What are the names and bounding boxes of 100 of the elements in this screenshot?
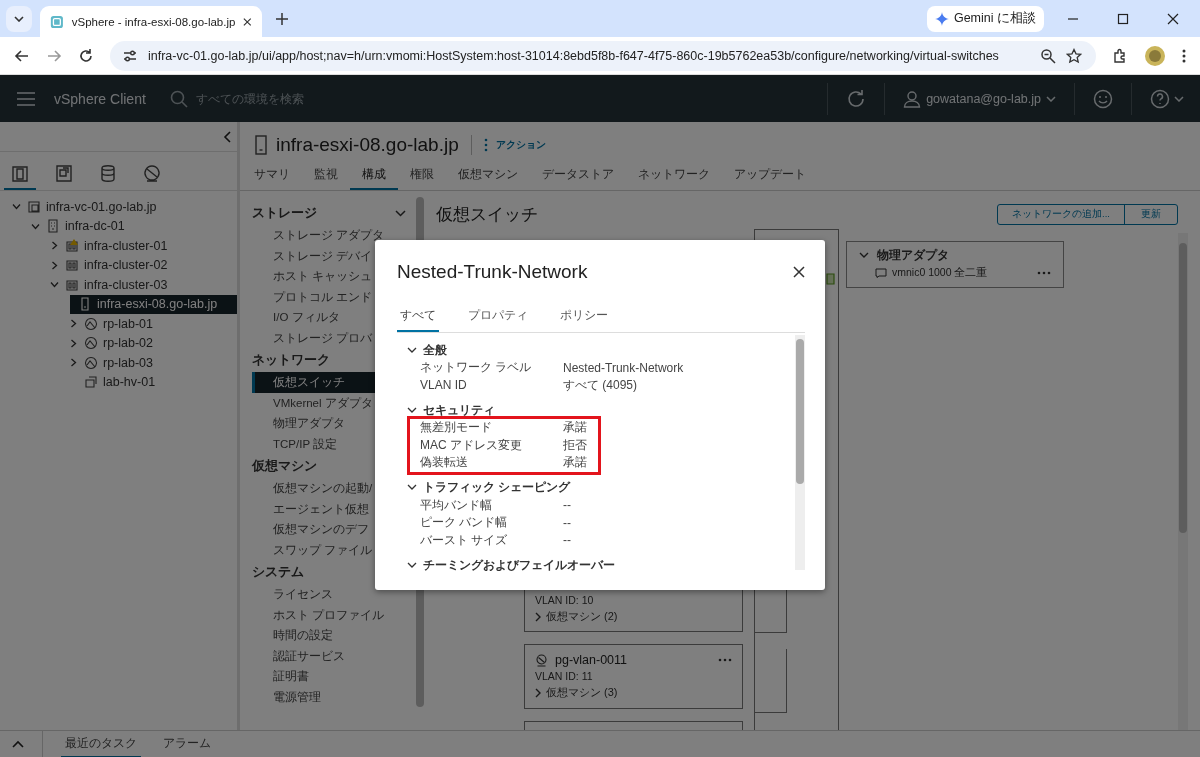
network-icon <box>143 164 161 184</box>
user-menu[interactable]: gowatana@go-lab.jp <box>903 89 1056 108</box>
gemini-button[interactable]: Gemini に相談 <box>926 5 1044 32</box>
close-icon[interactable] <box>793 266 805 278</box>
collapse-icon[interactable] <box>223 130 231 143</box>
resource-pool-icon <box>84 316 98 331</box>
tree-item[interactable]: rp-lab-03 <box>0 353 237 373</box>
tree-item[interactable]: infra-cluster-01 <box>0 236 237 256</box>
vlan-id: VLAN ID: 10 <box>535 594 595 606</box>
object-tab[interactable]: 仮想マシン <box>446 162 530 190</box>
tree-item[interactable]: infra-cluster-02 <box>0 255 237 275</box>
new-tab-icon[interactable] <box>276 12 288 25</box>
chevron-down-icon <box>407 406 417 414</box>
nav-item[interactable]: ライセンス <box>252 584 408 605</box>
object-tab[interactable]: 構成 <box>350 162 398 190</box>
chevron-down-icon <box>407 484 417 491</box>
vm-list-toggle[interactable]: 仮想マシン (2) <box>535 609 732 624</box>
tree-item[interactable]: rp-lab-01 <box>0 314 237 334</box>
expand-icon[interactable] <box>12 740 24 748</box>
nav-item[interactable]: 電源管理 <box>252 686 408 707</box>
section-toggle[interactable]: トラフィック シェーピング <box>407 478 795 497</box>
tree-item[interactable]: lab-hv-01 <box>0 372 237 392</box>
tree-item[interactable]: rp-lab-02 <box>0 333 237 353</box>
nav-item[interactable]: ストレージ アダプタ <box>252 225 408 246</box>
toolbar-button[interactable]: 更新 <box>1124 204 1177 224</box>
section-toggle[interactable]: 全般 <box>407 341 795 359</box>
storage-icon <box>99 164 117 184</box>
property-label: MAC アドレス変更 <box>420 436 523 454</box>
actions-menu[interactable]: アクション <box>483 138 546 152</box>
cluster-warning-icon <box>65 238 79 253</box>
zoom-icon[interactable] <box>1040 47 1056 64</box>
help-menu[interactable] <box>1150 88 1184 109</box>
nav-item[interactable]: ホスト プロファイル <box>252 604 408 625</box>
property-value: 承諾 <box>563 419 587 437</box>
cluster-icon <box>65 277 79 292</box>
back-icon[interactable] <box>14 47 30 64</box>
section-toggle[interactable]: セキュリティ <box>407 401 795 419</box>
maximize-icon[interactable] <box>1117 12 1129 25</box>
scrollbar[interactable] <box>796 339 804 484</box>
property-value: -- <box>563 533 571 548</box>
chevron-down-icon[interactable] <box>859 252 869 259</box>
scrollbar[interactable] <box>1179 243 1187 533</box>
object-tab[interactable]: データストア <box>530 162 626 190</box>
property-label: ピーク バンド幅 <box>420 514 509 532</box>
network-icon <box>535 653 548 667</box>
property-label: 無差別モード <box>420 419 493 437</box>
vm-list-toggle[interactable]: 仮想マシン (3) <box>535 685 732 700</box>
host-icon <box>78 297 92 312</box>
object-tab[interactable]: サマリ <box>254 162 302 190</box>
app-name: vSphere Client <box>54 90 146 107</box>
reload-icon[interactable] <box>78 47 94 64</box>
vapp-icon <box>84 375 98 390</box>
dialog-tab[interactable]: プロパティ <box>465 304 531 332</box>
chevron-down-icon <box>407 561 417 569</box>
section-toggle[interactable]: チーミングおよびフェイルオーバー <box>407 556 795 574</box>
forward-icon[interactable] <box>46 47 62 64</box>
nav-item[interactable]: 時間の設定 <box>252 625 408 646</box>
port-block <box>754 649 787 713</box>
chevron-right-icon <box>535 611 542 622</box>
tree-item[interactable]: infra-dc-01 <box>0 216 237 236</box>
close-icon[interactable] <box>1167 12 1179 25</box>
object-tab[interactable]: 監視 <box>302 162 350 190</box>
nav-item[interactable]: 認証サービス <box>252 645 408 666</box>
object-tab[interactable]: アップデート <box>722 162 818 190</box>
tab-list-button[interactable] <box>6 5 32 32</box>
extensions-icon[interactable] <box>1112 47 1128 64</box>
user-icon <box>903 89 922 108</box>
help-icon <box>1150 88 1170 109</box>
port-group-name: pg-vlan-0011 <box>555 653 628 667</box>
address-field[interactable]: infra-vc-01.go-lab.jp/ui/app/host;nav=h/urn:vmomi:HostSystem:host-31014:8ebd5f8b-f647-4f75-860c-19b5762ea53b/configure/networking/virtual-switches <box>110 40 1096 71</box>
page-title: 仮想スイッチ <box>436 203 538 226</box>
dialog-title: Nested-Trunk-Network <box>397 261 588 283</box>
nav-item[interactable]: 証明書 <box>252 666 408 687</box>
browser-tab[interactable]: vSphere - infra-esxi-08.go-lab.jp <box>40 6 262 37</box>
panel-tab[interactable]: アラーム <box>159 730 215 757</box>
chevron-down-icon[interactable] <box>49 280 59 290</box>
toolbar-button[interactable]: ネットワークの追加... <box>998 204 1124 224</box>
object-tab[interactable]: 権限 <box>398 162 446 190</box>
property-label: 平均バンド幅 <box>420 496 493 514</box>
dialog-tab[interactable]: すべて <box>397 304 439 332</box>
object-tab[interactable]: ネットワーク <box>626 162 722 190</box>
host-icon <box>254 135 268 155</box>
chevron-down-icon[interactable] <box>395 209 406 217</box>
property-label: VLAN ID <box>420 378 468 393</box>
nav-heading: ネットワーク <box>252 351 330 369</box>
property-value: -- <box>563 515 571 530</box>
sparkle-icon <box>934 11 949 26</box>
chevron-down-icon <box>14 15 24 22</box>
panel-tab[interactable]: 最近のタスク <box>61 730 141 757</box>
menu-icon[interactable] <box>16 90 36 107</box>
tree-item[interactable]: infra-esxi-08.go-lab.jp <box>70 294 237 314</box>
star-icon[interactable] <box>1066 47 1082 64</box>
profile-avatar[interactable] <box>1144 44 1166 67</box>
refresh-icon[interactable] <box>846 88 867 109</box>
more-icon[interactable] <box>1182 47 1186 64</box>
tree-item[interactable]: infra-vc-01.go-lab.jp <box>0 197 237 217</box>
close-icon[interactable] <box>243 16 252 27</box>
dialog-tab[interactable]: ポリシー <box>557 304 611 332</box>
tree-item[interactable]: infra-cluster-03 <box>0 275 237 295</box>
smiley-icon[interactable] <box>1093 88 1113 109</box>
